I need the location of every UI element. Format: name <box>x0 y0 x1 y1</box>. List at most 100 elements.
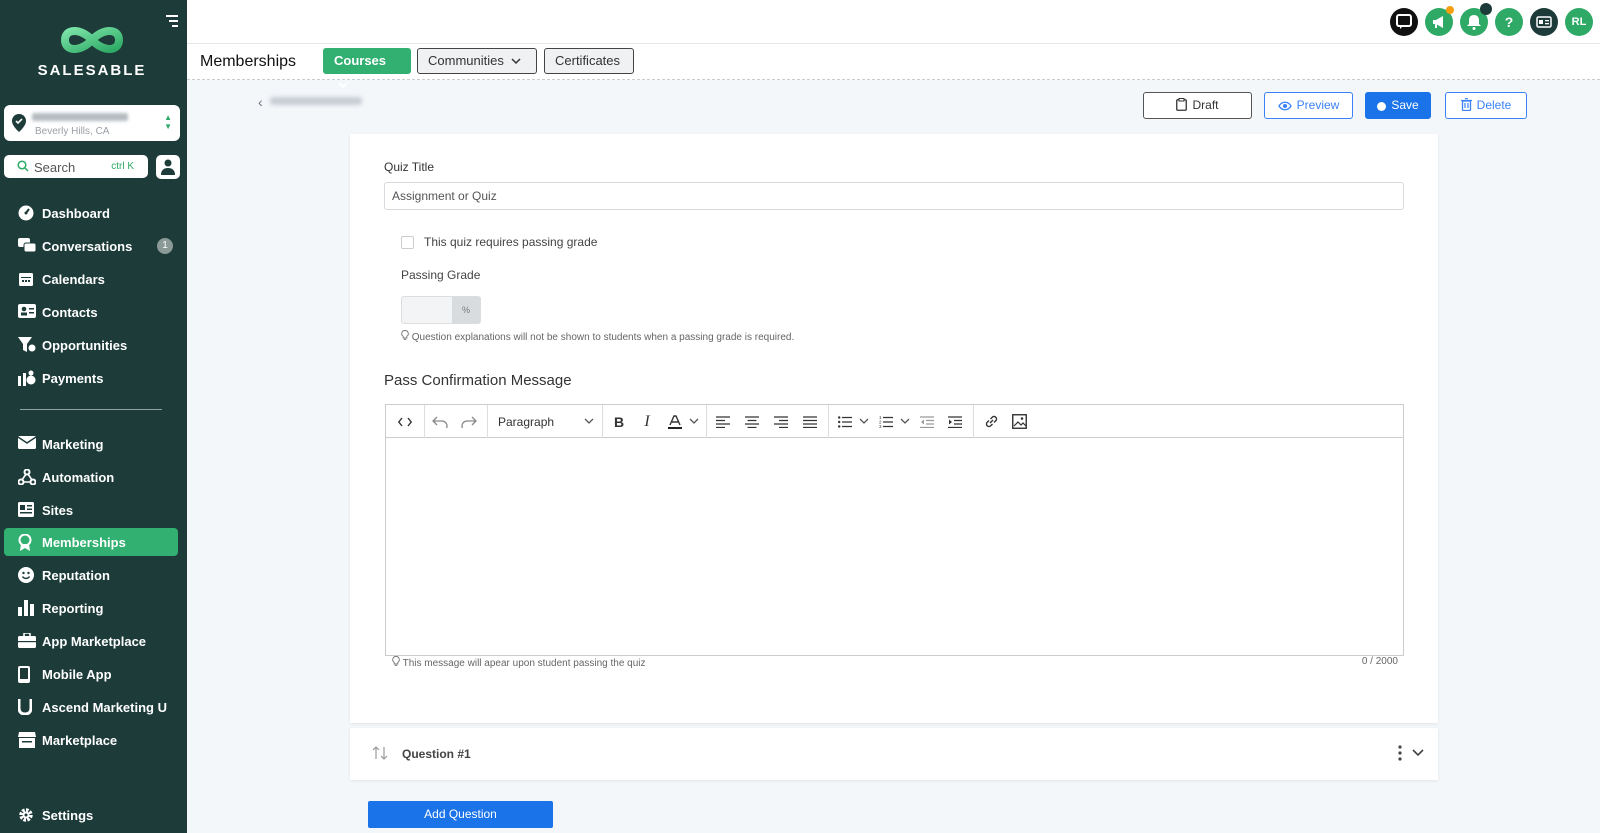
sidebar-item-dashboard[interactable]: Dashboard <box>4 199 178 227</box>
toolbar-separator <box>828 405 829 438</box>
draft-button[interactable]: Draft <box>1143 92 1252 119</box>
question-card[interactable]: Question #1 <box>350 728 1438 780</box>
sidebar-item-memberships[interactable]: Memberships <box>4 528 178 556</box>
pass-message-hint-text: This message will apear upon student pas… <box>402 658 646 669</box>
sidebar-item-ascend-marketing-u[interactable]: Ascend Marketing U <box>4 693 178 721</box>
briefcase-icon <box>18 633 36 648</box>
block-format-select[interactable]: Paragraph <box>488 405 601 438</box>
more-options-icon[interactable] <box>1398 745 1402 761</box>
undo-icon[interactable] <box>428 405 452 438</box>
user-profile-button[interactable] <box>156 155 180 179</box>
editor-content-area[interactable] <box>386 438 1403 655</box>
text-color-icon[interactable] <box>664 405 686 438</box>
sidebar-item-marketplace[interactable]: Marketplace <box>4 726 178 754</box>
salesable-logo[interactable]: SALESABLE <box>30 22 154 86</box>
contact-card-button[interactable] <box>1530 8 1558 36</box>
save-button[interactable]: Save <box>1365 92 1431 119</box>
preview-button[interactable]: Preview <box>1264 92 1353 119</box>
courses-label: Courses <box>334 53 387 68</box>
character-counter: 0 / 2000 <box>1361 656 1398 667</box>
sidebar-item-label: Mobile App <box>42 667 112 682</box>
communities-dropdown[interactable]: Communities <box>417 48 537 74</box>
search-icon <box>17 160 29 172</box>
chevron-down-icon[interactable] <box>1412 749 1424 757</box>
sidebar-item-conversations[interactable]: Conversations 1 <box>4 232 178 260</box>
award-icon <box>18 534 32 551</box>
chevron-down-icon[interactable] <box>857 405 871 438</box>
sidebar-item-sites[interactable]: Sites <box>4 496 178 524</box>
percent-addon: % <box>452 297 480 323</box>
outdent-icon[interactable] <box>915 405 939 438</box>
gear-icon <box>19 808 33 822</box>
announcements-button[interactable] <box>1425 6 1454 36</box>
back-chevron-icon[interactable]: ‹ <box>258 94 263 110</box>
indent-icon[interactable] <box>943 405 967 438</box>
sidebar-item-label: Calendars <box>42 272 105 287</box>
sidebar-item-reporting[interactable]: Reporting <box>4 594 178 622</box>
sidebar-item-marketing[interactable]: Marketing <box>4 430 178 458</box>
image-icon[interactable] <box>1007 405 1031 438</box>
logo-mark-icon <box>60 27 124 53</box>
toolbar-separator <box>602 405 603 438</box>
sidebar-item-label: Reporting <box>42 601 104 616</box>
sidebar-item-mobile-app[interactable]: Mobile App <box>4 660 178 688</box>
certificates-tab[interactable]: Certificates <box>544 48 634 74</box>
notifications-button[interactable] <box>1460 3 1492 36</box>
add-question-button[interactable]: Add Question <box>368 801 553 828</box>
sidebar-item-calendars[interactable]: Calendars <box>4 265 178 293</box>
sidebar-item-payments[interactable]: Payments <box>4 364 178 392</box>
quiz-title-input[interactable]: Assignment or Quiz <box>384 182 1404 210</box>
draft-label: Draft <box>1192 98 1219 112</box>
bullet-list-icon[interactable] <box>833 405 857 438</box>
align-left-icon[interactable] <box>711 405 735 438</box>
chevron-updown-icon: ▲ ▼ <box>164 113 172 131</box>
passing-grade-label: Passing Grade <box>401 268 481 282</box>
chat-widget-button[interactable] <box>1390 8 1418 36</box>
sites-icon <box>18 502 34 517</box>
store-icon <box>18 732 36 748</box>
italic-icon[interactable]: I <box>636 405 658 438</box>
delete-button[interactable]: Delete <box>1445 92 1527 119</box>
breadcrumb-redacted[interactable] <box>270 97 362 105</box>
sidebar-item-contacts[interactable]: Contacts <box>4 298 178 326</box>
bold-icon[interactable]: B <box>608 405 630 438</box>
courses-dropdown[interactable]: Courses <box>323 48 411 89</box>
sidebar-item-reputation[interactable]: Reputation <box>4 561 178 589</box>
passing-grade-checkbox[interactable] <box>401 236 414 249</box>
bar-chart-icon <box>18 600 34 616</box>
editor-toolbar: Paragraph B I 1 2 3 <box>386 405 1403 438</box>
sidebar-item-automation[interactable]: Automation <box>4 463 178 491</box>
sidebar-item-label: Ascend Marketing U <box>42 700 167 715</box>
sidebar-item-settings[interactable]: Settings <box>4 801 178 829</box>
collapse-menu-icon[interactable] <box>164 15 178 29</box>
user-avatar[interactable]: RL <box>1565 8 1593 36</box>
question-title: Question #1 <box>402 747 471 761</box>
passing-grade-input[interactable]: % <box>401 296 481 324</box>
numbered-list-icon[interactable]: 123 <box>874 405 898 438</box>
redo-icon[interactable] <box>457 405 481 438</box>
passing-grade-hint-text: Question explanations will not be shown … <box>411 332 795 343</box>
align-right-icon[interactable] <box>769 405 793 438</box>
dot-icon <box>1377 102 1387 111</box>
sidebar-item-app-marketplace[interactable]: App Marketplace <box>4 627 178 655</box>
sidebar-item-label: App Marketplace <box>42 634 147 649</box>
reorder-arrows-icon[interactable] <box>372 746 388 760</box>
link-icon[interactable] <box>979 405 1003 438</box>
align-justify-icon[interactable] <box>798 405 822 438</box>
location-switcher[interactable]: Beverly Hills, CA ▲ ▼ <box>4 105 180 141</box>
trash-icon <box>1460 98 1472 112</box>
quiz-settings-card: Quiz Title Assignment or Quiz This quiz … <box>350 134 1438 723</box>
help-button[interactable]: ? <box>1495 8 1523 36</box>
passing-grade-checkbox-label[interactable]: This quiz requires passing grade <box>424 235 597 249</box>
chevron-down-icon[interactable] <box>898 405 912 438</box>
passing-grade-hint: Question explanations will not be shown … <box>401 330 794 343</box>
align-center-icon[interactable] <box>740 405 764 438</box>
source-code-icon[interactable] <box>394 405 416 438</box>
quiz-title-label: Quiz Title <box>384 160 435 174</box>
toolbar-separator <box>973 405 974 438</box>
sidebar-item-opportunities[interactable]: Opportunities <box>4 331 178 359</box>
sidebar-item-label: Marketplace <box>42 733 118 748</box>
search-button[interactable]: Search ctrl K <box>4 155 148 178</box>
calendar-icon <box>19 273 33 286</box>
chevron-down-icon[interactable] <box>687 405 701 438</box>
